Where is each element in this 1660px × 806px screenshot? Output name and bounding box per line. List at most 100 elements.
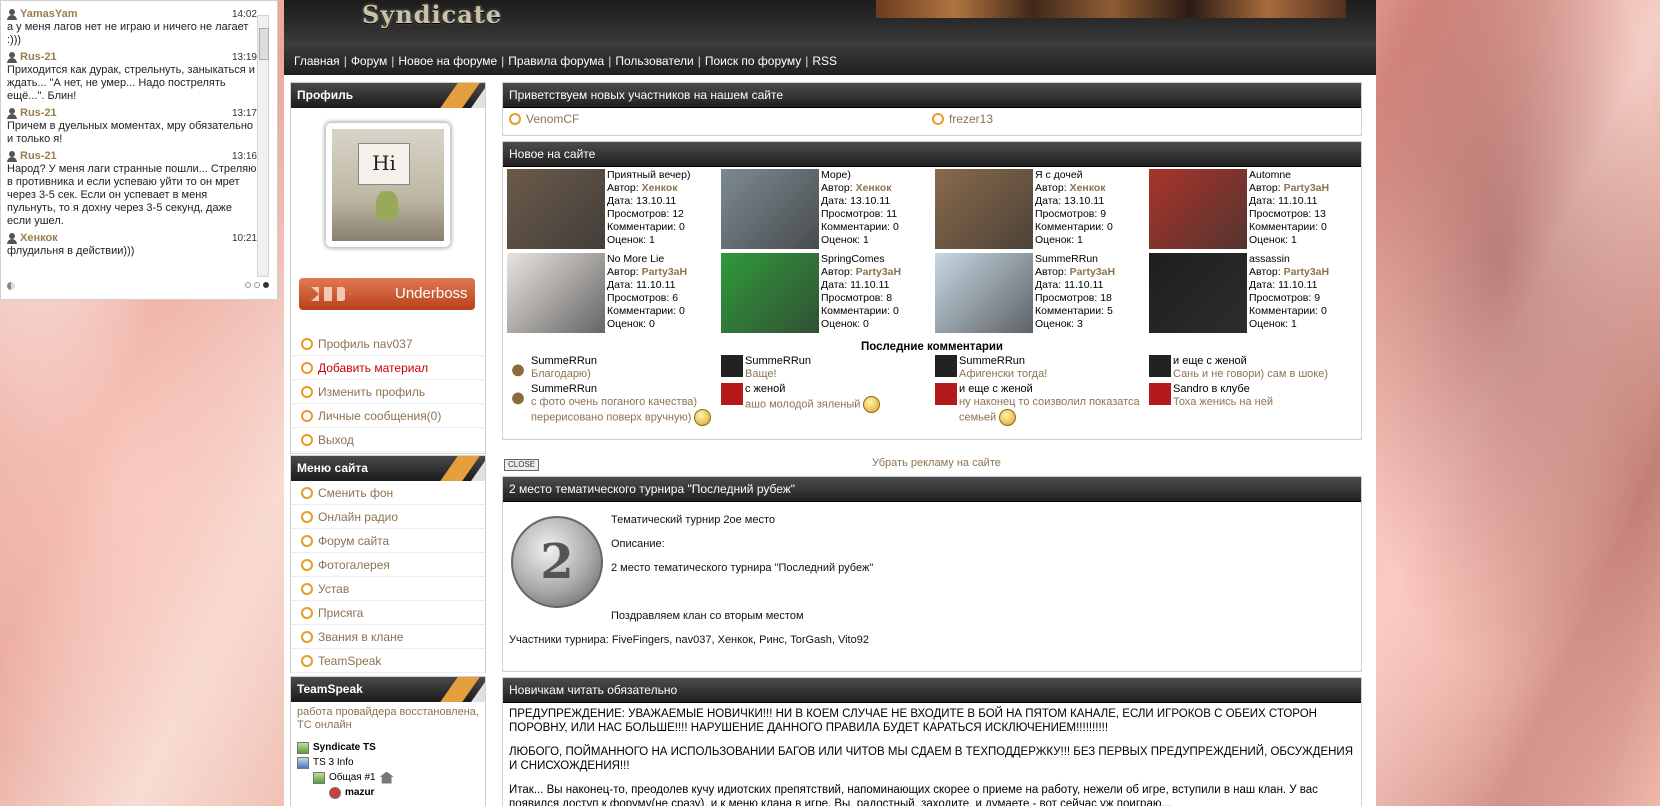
comment-title[interactable]: SummeRRun <box>531 355 597 368</box>
chat-username-text: Rus-21 <box>20 150 57 162</box>
photo-thumbnail[interactable] <box>935 169 1033 249</box>
nav-link[interactable]: Форум <box>351 54 387 68</box>
comment-avatar[interactable] <box>507 383 529 405</box>
comment-title[interactable]: SummeRRun <box>745 355 811 368</box>
profile-link[interactable]: Личные сообщения(0) <box>291 404 485 428</box>
ts-channel[interactable]: Общая #1 <box>297 770 479 785</box>
chat-username[interactable]: Rus-21 <box>7 107 57 119</box>
comment-text: с фото очень поганого качества) перерисо… <box>531 396 698 424</box>
photo-thumbnail[interactable] <box>721 253 819 333</box>
new-member[interactable]: VenomCF <box>509 112 932 126</box>
nav-link[interactable]: RSS <box>812 54 837 68</box>
comment-title[interactable]: SummeRRun <box>531 383 721 396</box>
photo-views-row: Просмотров: 11 <box>821 208 899 221</box>
comment-title[interactable]: с женой <box>745 383 880 396</box>
photo-thumbnail[interactable] <box>507 253 605 333</box>
photo-author-value[interactable]: Party3aH <box>1070 266 1116 278</box>
nav-link[interactable]: Новое на форуме <box>398 54 497 68</box>
photo-title[interactable]: SpringComes <box>821 253 901 266</box>
photo-title[interactable]: Приятный вечер) <box>607 169 690 182</box>
profile-link-label: Изменить профиль <box>318 384 426 399</box>
photo-date-value: 13.10.11 <box>850 195 891 207</box>
avatar-figure <box>376 191 398 221</box>
comment-avatar[interactable] <box>721 355 743 377</box>
avatar[interactable]: Hi <box>332 129 444 241</box>
photo-thumbnail[interactable] <box>1149 169 1247 249</box>
ts-info[interactable]: TS 3 Info <box>297 755 479 770</box>
photo-date-value: 13.10.11 <box>636 195 677 207</box>
newbies-title[interactable]: Новичкам читать обязательно <box>503 678 1361 703</box>
header-banner: Syndicate <box>284 0 1376 46</box>
chat-page-dot-active[interactable] <box>263 282 269 288</box>
photo-title[interactable]: SummeRRun <box>1035 253 1115 266</box>
comment-title[interactable]: Sandro в клубе <box>1173 383 1273 396</box>
ts-server[interactable]: Syndicate TS <box>297 740 479 755</box>
photo-author-value[interactable]: Party3aH <box>642 266 688 278</box>
photo-title[interactable]: No More Lie <box>607 253 687 266</box>
comment-title[interactable]: и еще с женой <box>1173 355 1328 368</box>
photo-title[interactable]: Automne <box>1249 169 1329 182</box>
site-menu-item[interactable]: Онлайн радио <box>291 505 485 529</box>
chat-page-dot[interactable] <box>245 282 251 288</box>
profile-link[interactable]: Добавить материал <box>291 356 485 380</box>
photo-thumbnail[interactable] <box>507 169 605 249</box>
comment-text: ашо молодой зяленый <box>745 398 861 411</box>
chat-contrast-icon[interactable] <box>7 282 15 290</box>
photo-author-value[interactable]: Хенкок <box>1070 182 1106 194</box>
tournament-title[interactable]: 2 место тематического турнира "Последний… <box>503 477 1361 502</box>
profile-link[interactable]: Изменить профиль <box>291 380 485 404</box>
site-menu-item[interactable]: Устав <box>291 577 485 601</box>
photo-rating-row: Оценок: 0 <box>607 318 687 331</box>
photo-author-value[interactable]: Party3aH <box>1284 266 1330 278</box>
chat-username[interactable]: Rus-21 <box>7 150 57 162</box>
site-menu-item[interactable]: TeamSpeak <box>291 649 485 673</box>
nav-link[interactable]: Правила форума <box>508 54 604 68</box>
site-logo[interactable]: Syndicate <box>362 0 502 29</box>
ad-close-button[interactable]: CLOSE <box>504 459 540 471</box>
comment-avatar[interactable] <box>1149 383 1171 405</box>
photo-title[interactable]: assassin <box>1249 253 1329 266</box>
profile-link[interactable]: Профиль nav037 <box>291 332 485 356</box>
photo-thumbnail[interactable] <box>935 253 1033 333</box>
photo-author-value[interactable]: Party3aH <box>1284 182 1330 194</box>
nav-link[interactable]: Поиск по форуму <box>705 54 801 68</box>
photo-title[interactable]: Я с дочей <box>1035 169 1113 182</box>
remove-ads-link[interactable]: Убрать рекламу на сайте <box>872 457 1001 469</box>
new-member[interactable]: frezer13 <box>932 112 1355 126</box>
photo-thumbnail[interactable] <box>721 169 819 249</box>
chat-pager <box>245 282 269 288</box>
photo-thumbnail[interactable] <box>1149 253 1247 333</box>
chat-scrollbar[interactable] <box>257 15 269 277</box>
comment-title[interactable]: SummeRRun <box>959 355 1047 368</box>
comment-avatar[interactable] <box>721 383 743 405</box>
chat-username[interactable]: Хенкок <box>7 232 58 244</box>
photo-author-value[interactable]: Хенкок <box>856 182 892 194</box>
site-column: Syndicate Главная | Форум | Новое на форуме |… <box>284 0 1376 806</box>
chat-scroll-thumb[interactable] <box>259 28 269 60</box>
photo-author-value[interactable]: Хенкок <box>642 182 678 194</box>
site-menu-item[interactable]: Сменить фон <box>291 481 485 505</box>
nav-link[interactable]: Главная <box>294 54 340 68</box>
comment-avatar[interactable] <box>1149 355 1171 377</box>
nav-separator: | <box>805 53 809 68</box>
photo-title[interactable]: Море) <box>821 169 899 182</box>
photo-author-value[interactable]: Party3aH <box>856 266 902 278</box>
ts-user[interactable]: mazur <box>297 785 479 800</box>
chat-username[interactable]: Rus-21 <box>7 51 57 63</box>
site-menu-item[interactable]: Фотогалерея <box>291 553 485 577</box>
nav-link[interactable]: Пользователи <box>615 54 693 68</box>
chat-page-dot[interactable] <box>254 282 260 288</box>
site-menu-item[interactable]: Звания в клане <box>291 625 485 649</box>
comment-body: с женой ашо молодой зяленый <box>745 383 881 426</box>
chat-username[interactable]: YamasYam <box>7 8 78 20</box>
site-menu-item[interactable]: Присяга <box>291 601 485 625</box>
photo-rating-label: Оценок: <box>1035 318 1075 330</box>
profile-link[interactable]: Выход <box>291 428 485 452</box>
comment-title[interactable]: и еще с женой <box>959 383 1149 396</box>
site-menu-item[interactable]: Форум сайта <box>291 529 485 553</box>
comment-avatar[interactable] <box>935 355 957 377</box>
comment-avatar[interactable] <box>935 383 957 405</box>
comment-avatar[interactable] <box>507 355 529 377</box>
comment-item: SummeRRun с фото очень поганого качества)… <box>507 383 721 426</box>
profile-link-label: Выход <box>318 432 354 447</box>
